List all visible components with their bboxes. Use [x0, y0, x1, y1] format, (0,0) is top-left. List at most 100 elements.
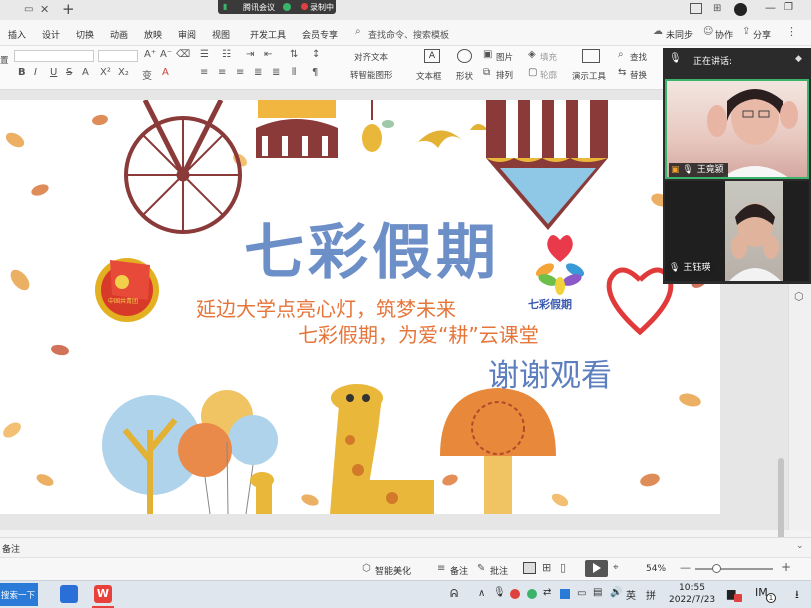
beautify-button[interactable]: 智能美化	[375, 564, 411, 577]
tray-mic-icon[interactable]: 🎙	[493, 587, 506, 598]
underline-icon[interactable]: U	[50, 67, 57, 78]
line-spacing-icon[interactable]: ↕	[312, 49, 320, 60]
shapes-icon[interactable]	[457, 49, 472, 63]
text-direction-icon[interactable]: ⇅	[290, 49, 298, 60]
indent-icon[interactable]: ⇥	[246, 49, 254, 60]
outline-button[interactable]: 轮廓	[540, 69, 557, 81]
comments-button[interactable]: 批注	[490, 564, 508, 577]
align-center-icon[interactable]: ≡	[218, 67, 226, 78]
notes-toggle-button[interactable]: 备注	[450, 564, 468, 577]
clear-format-icon[interactable]: ⌫	[176, 49, 190, 60]
zoom-slider[interactable]	[695, 568, 773, 570]
avatar[interactable]	[734, 3, 747, 16]
picture-button[interactable]: 图片	[496, 51, 513, 63]
italic-icon[interactable]: I	[34, 67, 37, 78]
outdent-icon[interactable]: ⇤	[264, 49, 272, 60]
volume-icon[interactable]: 🔊	[610, 587, 622, 598]
download-icon[interactable]: ⭳	[795, 586, 799, 605]
normal-view-icon[interactable]	[523, 562, 536, 574]
textbox-icon[interactable]: A	[424, 49, 440, 63]
maximize-icon[interactable]: ❐	[784, 2, 793, 13]
find-button[interactable]: 查找	[630, 51, 647, 63]
tray-app-red-icon[interactable]	[510, 589, 520, 599]
font-grow-icon[interactable]: A⁺	[144, 49, 156, 60]
zoom-level[interactable]: 54%	[646, 564, 666, 574]
tab-close-icon[interactable]: ✕	[40, 3, 49, 16]
wps-app-taskbar-icon[interactable]: W	[94, 585, 112, 603]
sync-status[interactable]: 未同步	[666, 28, 693, 41]
strikethrough-icon[interactable]: S	[66, 67, 72, 78]
subscript-icon[interactable]: X₂	[118, 67, 129, 78]
tray-transfer-icon[interactable]: ⇄	[543, 587, 551, 598]
menu-review[interactable]: 审阅	[178, 28, 196, 41]
char-spacing-icon[interactable]: 变	[142, 67, 152, 82]
share-button[interactable]: 分享	[753, 28, 771, 41]
align-right-icon[interactable]: ≡	[236, 67, 244, 78]
menu-slideshow[interactable]: 放映	[144, 28, 162, 41]
tray-expand-icon[interactable]: ∧	[478, 588, 485, 599]
menu-insert[interactable]: 插入	[8, 28, 26, 41]
notes-collapse-icon[interactable]: ⌄	[796, 541, 804, 551]
align-left-icon[interactable]: ≡	[200, 67, 208, 78]
fill-button[interactable]: 填充	[540, 51, 557, 63]
clock-time[interactable]: 10:55	[679, 583, 705, 593]
people-icon[interactable]: ᕱ	[450, 587, 458, 601]
fit-icon[interactable]: ⌖	[613, 562, 619, 573]
slide-canvas[interactable]: 七彩假期 延边大学点亮心灯，筑梦未来 七彩假期，为爱“耕”云课堂 谢谢观看 七彩…	[0, 100, 720, 514]
ime-indicator[interactable]: 英	[626, 587, 636, 602]
menu-member[interactable]: 会员专享	[302, 28, 338, 41]
replace-button[interactable]: 替换	[630, 69, 647, 81]
layout-icon[interactable]	[690, 3, 702, 14]
menu-developer[interactable]: 开发工具	[250, 28, 286, 41]
network-icon[interactable]: ▤	[593, 587, 602, 598]
notes-bar[interactable]: 备注 ⌄	[0, 537, 811, 557]
superscript-icon[interactable]: X²	[100, 67, 111, 78]
presenter-tools-button[interactable]: 演示工具	[572, 70, 606, 82]
arrange-button[interactable]: 排列	[496, 69, 513, 81]
sorter-view-icon[interactable]: ⊞	[542, 561, 551, 574]
grid-icon[interactable]: ⊞	[713, 3, 721, 14]
presenter-tools-icon[interactable]	[582, 49, 600, 63]
paragraph-icon[interactable]: ¶	[312, 67, 318, 78]
panel-expand-icon[interactable]: ◆	[795, 54, 802, 64]
smartart-button[interactable]: 转智能图形	[350, 69, 393, 81]
font-size-select[interactable]	[98, 50, 138, 62]
more-icon[interactable]: ⋮	[786, 25, 797, 38]
numbering-icon[interactable]: ☷	[222, 49, 231, 60]
new-tab-button[interactable]: +	[62, 0, 75, 18]
menu-view[interactable]: 视图	[212, 28, 230, 41]
columns-icon[interactable]: ⫴	[292, 67, 296, 78]
participant-video-2[interactable]: 🎙 王钰瑛	[665, 181, 809, 281]
taskbar-search[interactable]: 搜索一下	[0, 583, 38, 606]
menu-animation[interactable]: 动画	[110, 28, 128, 41]
command-search[interactable]: 查找命令、搜索模板	[368, 28, 449, 41]
font-name-select[interactable]	[14, 50, 94, 62]
distribute-icon[interactable]: ≣	[272, 67, 280, 78]
zoom-slider-handle[interactable]	[712, 564, 721, 573]
textbox-button[interactable]: 文本框	[416, 70, 442, 82]
meeting-indicator[interactable]: ▮ 腾讯会议 录制中	[218, 0, 336, 14]
bullets-icon[interactable]: ☰	[200, 49, 209, 60]
zoom-out-button[interactable]: —	[680, 561, 691, 574]
clock-date[interactable]: 2022/7/23	[669, 595, 715, 605]
menu-design[interactable]: 设计	[42, 28, 60, 41]
collaborate-button[interactable]: 协作	[715, 28, 733, 41]
play-slideshow-button[interactable]	[585, 560, 608, 577]
justify-icon[interactable]: ≣	[254, 67, 262, 78]
reading-view-icon[interactable]: ▯	[560, 561, 566, 574]
align-text-button[interactable]: 对齐文本	[354, 51, 388, 63]
zoom-in-button[interactable]: +	[781, 560, 791, 574]
minimize-icon[interactable]: —	[765, 1, 776, 14]
tab-restore-icon[interactable]: ▭	[24, 4, 33, 15]
menu-transition[interactable]: 切换	[76, 28, 94, 41]
ime-mode-icon[interactable]: 拼	[646, 587, 656, 602]
tray-display-icon[interactable]: ▭	[577, 588, 586, 599]
font-color-icon[interactable]: A	[162, 67, 169, 78]
meeting-app-taskbar-icon[interactable]	[60, 585, 78, 603]
side-cube-icon[interactable]: ⬡	[794, 290, 804, 303]
tray-app-blue-icon[interactable]	[560, 589, 570, 599]
participant-video-1[interactable]: ▣ 🎙 王竟颍	[665, 79, 809, 179]
shapes-button[interactable]: 形状	[456, 70, 473, 82]
shadow-icon[interactable]: A	[82, 67, 89, 78]
font-shrink-icon[interactable]: A⁻	[160, 49, 172, 60]
